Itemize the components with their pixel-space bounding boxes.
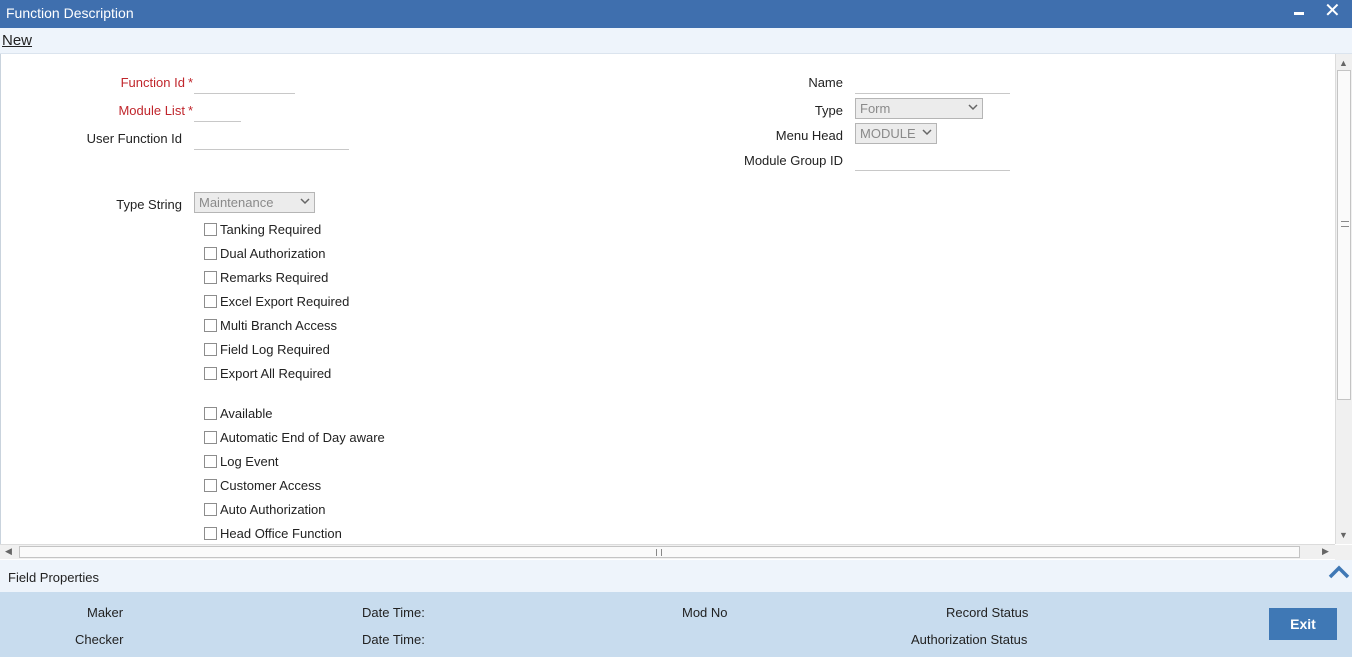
field-properties-label: Field Properties <box>8 570 100 585</box>
checkbox-box[interactable] <box>204 343 217 356</box>
scroll-up-icon[interactable]: ▲ <box>1339 58 1348 68</box>
checker-label: Checker <box>75 632 124 647</box>
scroll-down-icon[interactable]: ▼ <box>1339 530 1348 540</box>
required-marker: * <box>187 103 193 118</box>
grip-icon <box>1341 221 1349 227</box>
grip-icon <box>656 549 662 556</box>
module-list-label-text: Module List <box>118 103 185 118</box>
checker-date-time-label: Date Time: <box>362 632 425 647</box>
checkbox-label: Customer Access <box>220 478 322 493</box>
chevron-down-icon <box>968 104 978 111</box>
checkbox-box[interactable] <box>204 223 217 236</box>
scrollbar-corner <box>1335 545 1352 560</box>
checkbox-box[interactable] <box>204 479 217 492</box>
checkbox-box[interactable] <box>204 271 217 284</box>
chevron-up-icon[interactable] <box>1327 563 1351 581</box>
required-marker: * <box>187 75 193 90</box>
menu-head-value: MODULE <box>860 126 916 141</box>
checkbox-label: Dual Authorization <box>220 246 326 261</box>
checkbox-box[interactable] <box>204 431 217 444</box>
record-status-label: Record Status <box>946 605 1029 620</box>
module-list-input[interactable] <box>194 102 241 122</box>
function-id-label: Function Id * <box>101 75 193 90</box>
type-label: Type <box>814 103 843 118</box>
authorization-status-label: Authorization Status <box>911 632 1028 647</box>
field-properties-bar: Field Properties <box>0 560 1352 592</box>
type-string-select[interactable]: Maintenance <box>194 192 315 213</box>
module-list-label: Module List * <box>101 103 193 118</box>
horizontal-scroll-thumb[interactable] <box>19 546 1300 558</box>
name-input[interactable] <box>855 74 1010 94</box>
type-select[interactable]: Form <box>855 98 983 119</box>
vertical-scroll-thumb[interactable] <box>1337 70 1351 400</box>
scroll-right-icon[interactable]: ▶ <box>1322 546 1329 557</box>
checkbox-box[interactable] <box>204 295 217 308</box>
checkbox-label: Field Log Required <box>220 342 330 357</box>
function-id-input[interactable] <box>194 74 295 94</box>
checkbox-label: Multi Branch Access <box>220 318 338 333</box>
mod-no-label: Mod No <box>682 605 728 620</box>
new-link[interactable]: New <box>2 32 32 49</box>
window-title: Function Description <box>6 5 134 21</box>
minimize-icon[interactable] <box>1294 12 1304 15</box>
module-group-id-input[interactable] <box>855 151 1010 171</box>
checkbox-label: Excel Export Required <box>220 294 350 309</box>
chevron-down-icon <box>300 198 310 205</box>
close-icon[interactable]: ✕ <box>1324 1 1341 21</box>
type-string-value: Maintenance <box>199 195 274 210</box>
menu-bar: New <box>0 28 1352 54</box>
checkbox-label: Auto Authorization <box>220 502 326 517</box>
type-string-label: Type String <box>116 197 182 212</box>
checkbox-label: Tanking Required <box>220 222 322 237</box>
exit-button[interactable]: Exit <box>1269 608 1337 640</box>
checkbox-box[interactable] <box>204 455 217 468</box>
scroll-left-icon[interactable]: ◀ <box>5 546 12 557</box>
checkbox-label: Remarks Required <box>220 270 329 285</box>
checkbox-box[interactable] <box>204 319 217 332</box>
audit-footer: Maker Checker Date Time: Date Time: Mod … <box>0 592 1352 657</box>
checkbox-box[interactable] <box>204 407 217 420</box>
checkbox-box[interactable] <box>204 527 217 540</box>
title-bar: Function Description ✕ <box>0 0 1352 28</box>
checkbox-label: Automatic End of Day aware <box>220 430 385 445</box>
chevron-down-icon <box>922 129 932 136</box>
menu-head-select[interactable]: MODULE <box>855 123 937 144</box>
checkbox-box[interactable] <box>204 367 217 380</box>
checkbox-label: Export All Required <box>220 366 332 381</box>
checkbox-box[interactable] <box>204 247 217 260</box>
module-group-id-label: Module Group ID <box>744 153 843 168</box>
name-label: Name <box>808 75 843 90</box>
maker-date-time-label: Date Time: <box>362 605 425 620</box>
horizontal-scrollbar[interactable]: ◀ ▶ <box>0 544 1352 560</box>
vertical-scrollbar[interactable]: ▲ ▼ <box>1335 54 1352 544</box>
form-panel: Function Id * Module List * User Function … <box>0 54 1335 544</box>
menu-head-label: Menu Head <box>775 128 843 143</box>
checkbox-label: Log Event <box>220 454 279 469</box>
type-value: Form <box>860 101 891 116</box>
function-id-label-text: Function Id <box>120 75 185 90</box>
maker-label: Maker <box>87 605 124 620</box>
checkbox-label: Available <box>220 406 273 421</box>
checkbox-box[interactable] <box>204 503 217 516</box>
user-function-id-label: User Function Id <box>86 131 182 146</box>
user-function-id-input[interactable] <box>194 130 349 150</box>
checkbox-label: Head Office Function <box>220 526 342 541</box>
